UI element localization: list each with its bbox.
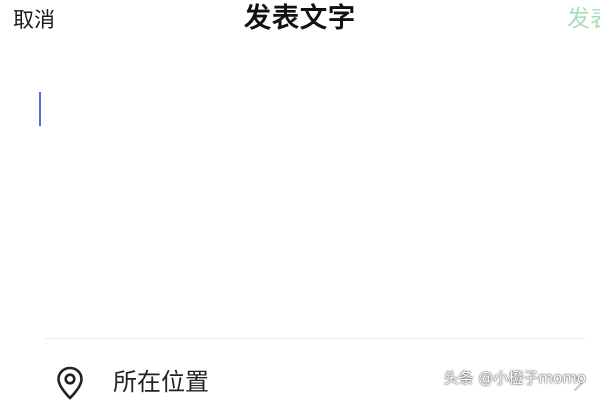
divider	[45, 338, 585, 339]
text-cursor	[39, 92, 41, 126]
publish-button[interactable]: 发表	[567, 5, 600, 33]
watermark: 头条 @小橙子momo	[443, 369, 586, 387]
location-label: 所在位置	[113, 368, 209, 396]
map-pin-icon	[57, 366, 83, 400]
post-text-input[interactable]	[28, 80, 578, 320]
page-title: 发表文字	[244, 3, 356, 34]
